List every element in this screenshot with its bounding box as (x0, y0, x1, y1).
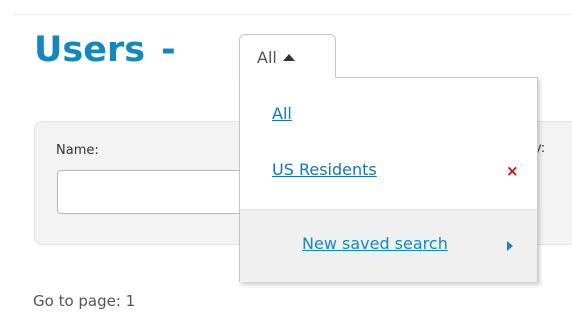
saved-search-dropdown-button[interactable]: All (239, 34, 336, 78)
go-to-page-label: Go to page: 1 (33, 292, 136, 310)
page-title: Users - (34, 28, 176, 72)
header-divider (14, 14, 572, 15)
users-page: Users - Name: y: Go to page: 1 All All US… (0, 0, 572, 325)
caret-up-icon (282, 54, 295, 61)
menu-item-all[interactable]: All (272, 104, 292, 123)
name-label: Name: (56, 143, 99, 158)
caret-right-icon (507, 241, 513, 251)
title-separator: - (161, 30, 176, 70)
saved-search-menu: All US Residents × New saved search (239, 77, 538, 282)
delete-x-icon[interactable]: × (506, 162, 519, 180)
new-saved-search-link[interactable]: New saved search (302, 234, 448, 253)
page-title-text: Users (34, 30, 146, 70)
dropdown-selected-value: All (257, 48, 277, 67)
menu-item-us-residents[interactable]: US Residents (272, 160, 377, 179)
menu-footer: New saved search (240, 209, 537, 282)
